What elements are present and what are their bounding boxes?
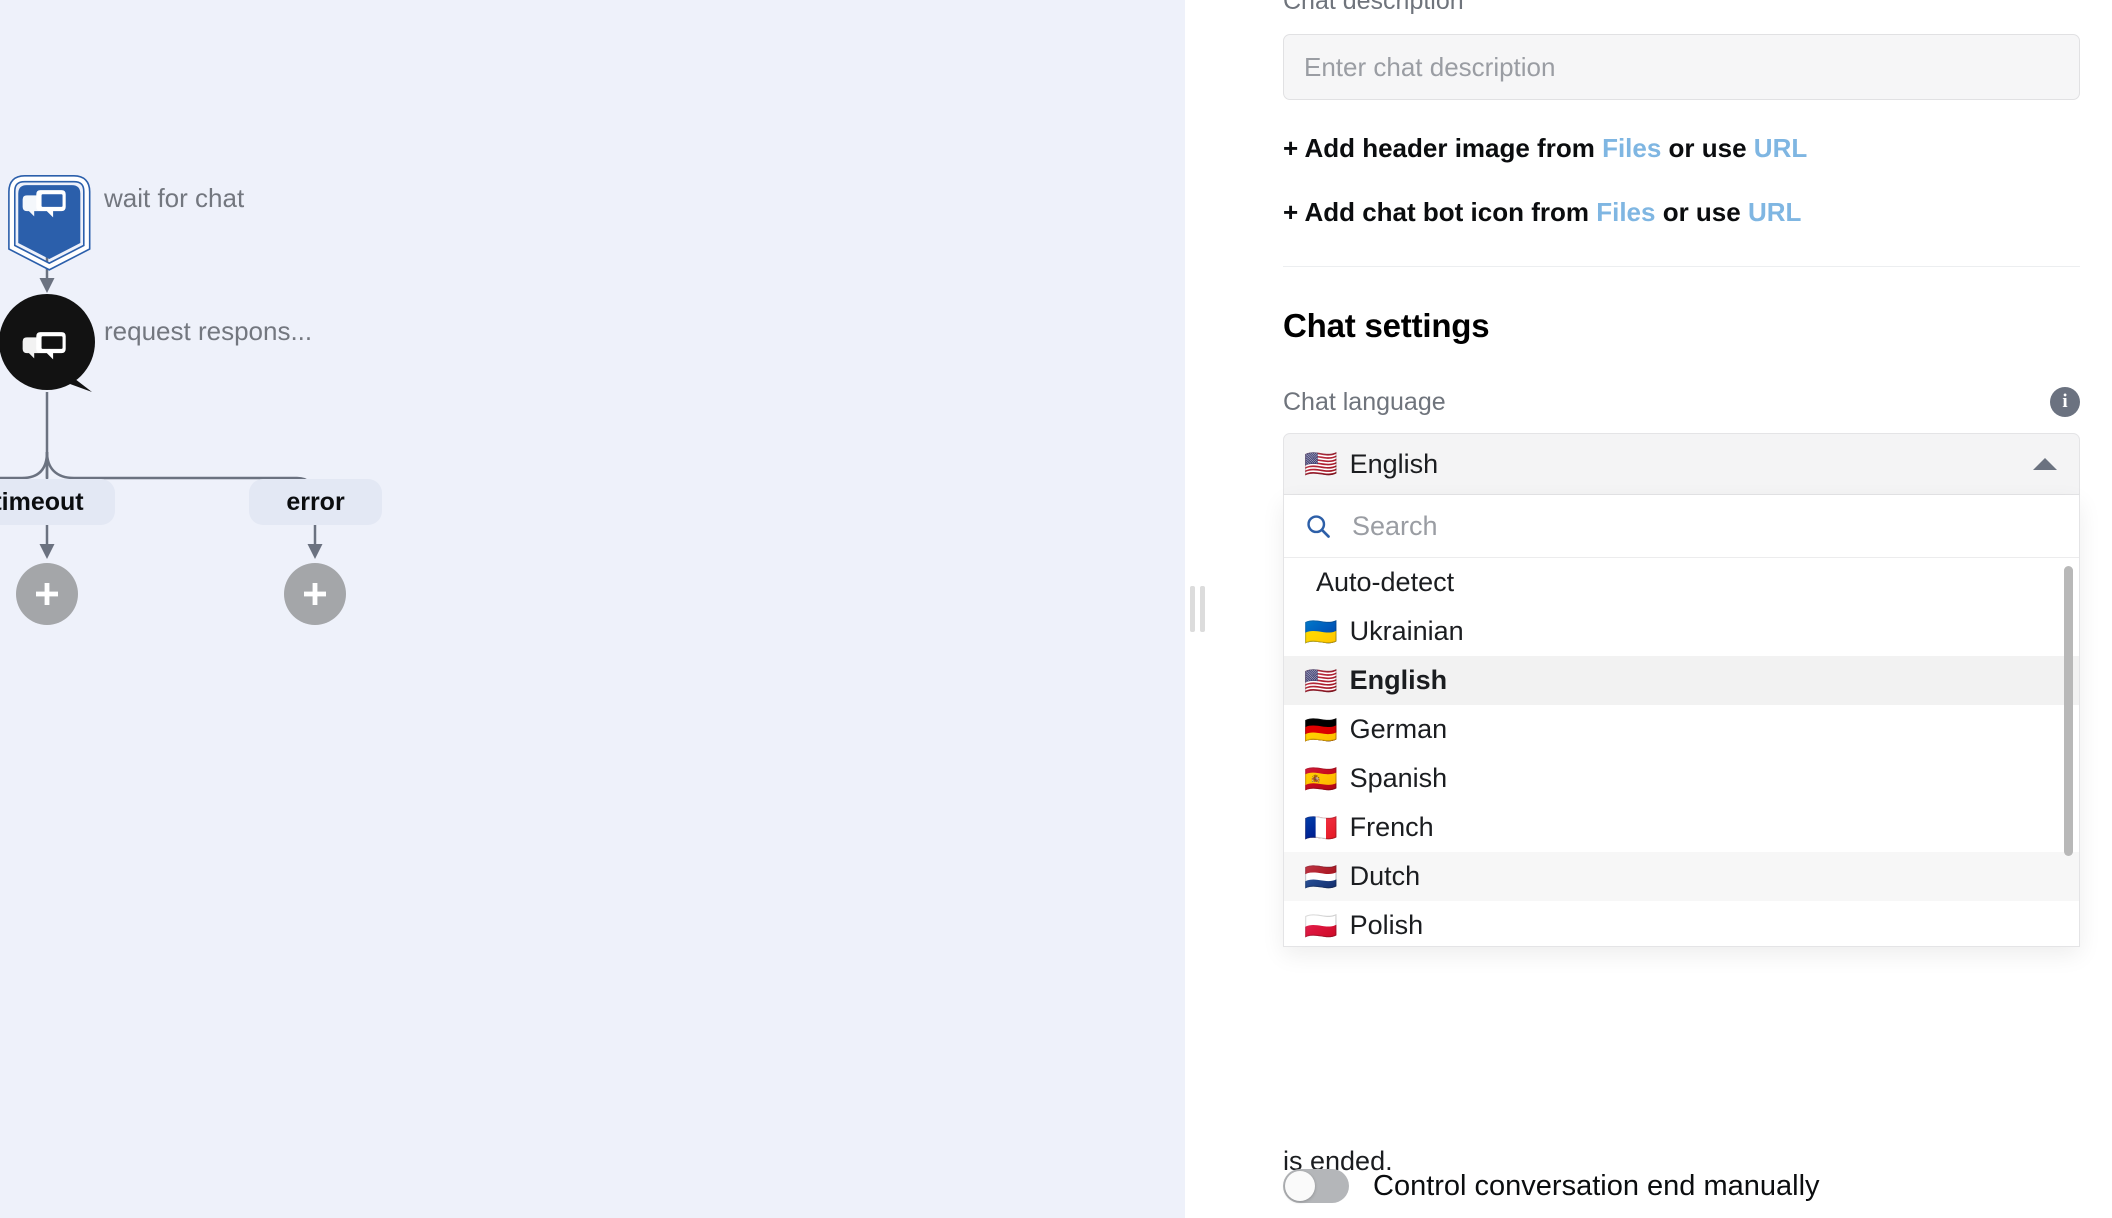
language-option-english[interactable]: 🇺🇸 English [1284, 656, 2079, 705]
language-list-scrollbar[interactable] [2064, 566, 2073, 938]
language-option-flag-icon: 🇪🇸 [1304, 763, 1338, 794]
plus-icon [304, 583, 326, 605]
drag-handle-icon[interactable] [1189, 586, 1205, 632]
chat-language-selected-flag-icon: 🇺🇸 [1304, 449, 1338, 479]
language-option-label: Auto-detect [1316, 567, 1455, 597]
language-options-list[interactable]: Auto-detect 🇺🇦 Ukrainian 🇺🇸 English 🇩🇪 G… [1284, 558, 2079, 946]
add-chat-bot-icon-middle: or use [1655, 197, 1748, 227]
chat-language-selected-value: 🇺🇸 English [1304, 448, 1438, 480]
branch-pill-error-label: error [286, 487, 345, 516]
node-label-trigger: wait for chat [104, 183, 245, 213]
add-header-image-prefix: + Add header image from [1283, 133, 1603, 163]
toggle-knob [1285, 1171, 1315, 1201]
language-search-row[interactable] [1284, 495, 2079, 558]
branch-pill-error[interactable]: error [249, 479, 382, 525]
add-chat-bot-icon-prefix: + Add chat bot icon from [1283, 197, 1597, 227]
add-header-image-middle: or use [1661, 133, 1754, 163]
language-option-german[interactable]: 🇩🇪 German [1284, 705, 2079, 754]
node-request-shape [0, 294, 95, 392]
section-divider [1283, 266, 2080, 267]
chat-description-input[interactable] [1283, 34, 2080, 100]
add-node-button-error[interactable] [284, 563, 346, 625]
add-node-button-timeout[interactable] [16, 563, 78, 625]
control-conversation-end-row[interactable]: Control conversation end manually [1283, 1169, 1820, 1203]
language-option-flag-icon: 🇵🇱 [1304, 910, 1338, 941]
branch-pill-timeout-label: timeout [0, 487, 84, 516]
add-chat-bot-icon-row[interactable]: + Add chat bot icon from Files or use UR… [1283, 196, 2080, 228]
control-conversation-end-toggle[interactable] [1283, 1169, 1349, 1203]
control-conversation-end-label: Control conversation end manually [1373, 1169, 1820, 1202]
panel-content: Chat description + Add header image from… [1283, 0, 2080, 947]
info-icon[interactable]: i [2050, 387, 2080, 417]
flow-canvas[interactable]: wait for chat request respons... timeout… [0, 0, 1185, 1218]
language-option-flag-icon: 🇳🇱 [1304, 861, 1338, 892]
language-option-label: Dutch [1349, 861, 1421, 891]
language-option-label: French [1349, 812, 1434, 842]
chat-language-dropdown: Auto-detect 🇺🇦 Ukrainian 🇺🇸 English 🇩🇪 G… [1283, 495, 2080, 947]
add-header-image-row[interactable]: + Add header image from Files or use URL [1283, 132, 2080, 164]
chat-language-label: Chat language [1283, 387, 1446, 416]
add-chat-bot-icon-url-link[interactable]: URL [1748, 197, 1801, 227]
language-list-scrollbar-thumb[interactable] [2064, 566, 2073, 856]
caret-up-icon[interactable] [2033, 458, 2057, 470]
language-option-spanish[interactable]: 🇪🇸 Spanish [1284, 754, 2079, 803]
language-option-label: Ukrainian [1349, 616, 1464, 646]
language-option-polish[interactable]: 🇵🇱 Polish [1284, 901, 2079, 946]
language-option-dutch[interactable]: 🇳🇱 Dutch [1284, 852, 2079, 901]
node-trigger-shape [8, 175, 91, 271]
branch-pill-timeout[interactable]: timeout [0, 479, 115, 525]
panel-resize-splitter[interactable] [1185, 0, 1207, 1218]
chat-settings-panel: Chat description + Add header image from… [1207, 0, 2112, 1218]
language-option-label: Spanish [1349, 763, 1448, 793]
chat-settings-title: Chat settings [1283, 307, 1490, 344]
add-header-image-url-link[interactable]: URL [1754, 133, 1807, 163]
chat-description-label: Chat description [1283, 0, 1464, 15]
language-option-flag-icon: 🇺🇸 [1304, 665, 1338, 696]
node-label-request: request respons... [104, 316, 313, 346]
plus-icon [36, 583, 58, 605]
language-option-french[interactable]: 🇫🇷 French [1284, 803, 2079, 852]
chat-language-label-row: Chat language i [1283, 387, 2080, 417]
app-root: wait for chat request respons... timeout… [0, 0, 2112, 1218]
language-option-auto-detect[interactable]: Auto-detect [1284, 558, 2079, 607]
search-icon [1307, 515, 1330, 538]
language-option-label: English [1349, 665, 1448, 695]
language-search-input[interactable] [1350, 509, 2059, 543]
language-option-ukrainian[interactable]: 🇺🇦 Ukrainian [1284, 607, 2079, 656]
add-chat-bot-icon-files-link[interactable]: Files [1596, 197, 1655, 227]
language-option-flag-icon: 🇩🇪 [1304, 714, 1338, 745]
language-option-flag-icon: 🇫🇷 [1304, 812, 1338, 843]
language-option-label: German [1349, 714, 1448, 744]
chat-language-selected-label: English [1349, 448, 1439, 479]
chat-language-select-trigger[interactable]: 🇺🇸 English [1283, 433, 2080, 495]
add-header-image-files-link[interactable]: Files [1602, 133, 1661, 163]
language-option-flag-icon: 🇺🇦 [1304, 616, 1338, 647]
language-option-label: Polish [1349, 910, 1424, 940]
